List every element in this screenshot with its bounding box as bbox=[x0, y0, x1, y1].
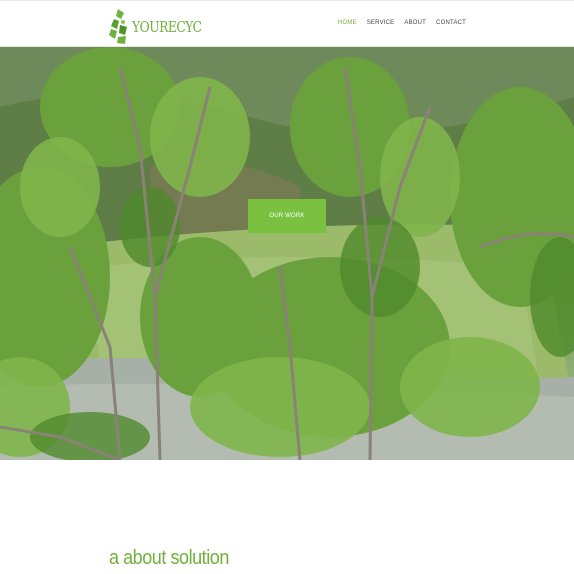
about-section-title: a about solution bbox=[109, 547, 229, 569]
main-nav: HOME SERVICE ABOUT CONTACT bbox=[338, 20, 466, 26]
nav-contact[interactable]: CONTACT bbox=[436, 20, 466, 26]
hero-banner: OUR WORK bbox=[0, 47, 574, 460]
nav-service[interactable]: SERVICE bbox=[367, 20, 395, 26]
site-header: YOURECYC HOME SERVICE ABOUT CONTACT bbox=[0, 0, 574, 47]
site-logo[interactable]: YOURECYC bbox=[108, 7, 217, 45]
hero-background-image bbox=[0, 47, 574, 460]
brand-name: YOURECYC bbox=[132, 18, 202, 36]
nav-about[interactable]: ABOUT bbox=[404, 20, 426, 26]
nav-home[interactable]: HOME bbox=[338, 20, 357, 26]
recycle-icon bbox=[109, 9, 127, 44]
our-work-button[interactable]: OUR WORK bbox=[248, 199, 326, 233]
